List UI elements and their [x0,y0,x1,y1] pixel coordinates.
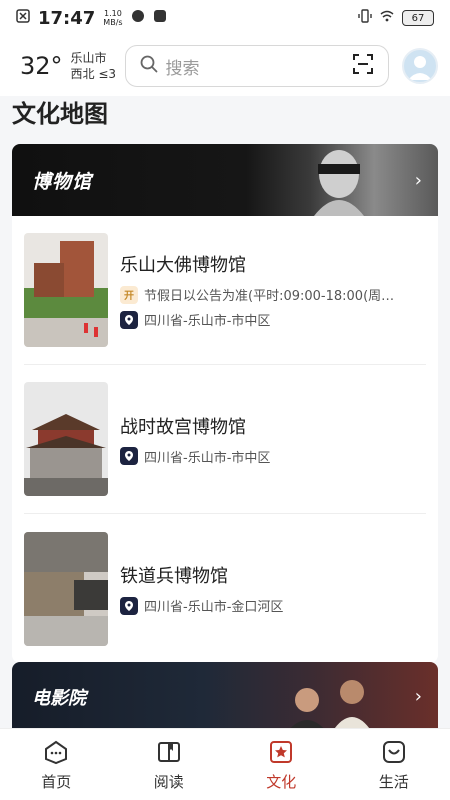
museum-thumbnail [24,382,108,496]
app-icon [131,8,145,28]
top-bar: 32° 乐山市 西北 ≤3 搜索 [0,36,450,96]
tab-culture[interactable]: 文化 [225,729,338,800]
tab-label: 文化 [266,773,297,791]
list-item[interactable]: 战时故宫博物馆 四川省-乐山市-市中区 [24,365,426,514]
museum-thumbnail [24,531,108,646]
list-item[interactable]: 铁道兵博物馆 四川省-乐山市-金口河区 [24,514,426,663]
cinema-section-title: 电影院 [32,688,86,709]
search-icon [140,55,158,77]
location-text: 四川省-乐山市-市中区 [144,314,271,329]
tab-home[interactable]: 首页 [0,729,113,800]
museum-name: 战时故宫博物馆 [120,416,246,438]
location-text: 四川省-乐山市-金口河区 [144,600,284,615]
opening-hours: 开 节假日以公告为准(平时:09:00-18:00(周… [120,285,426,304]
location-pin-icon [120,447,138,465]
cinema-image [287,680,372,732]
statue-image [314,150,364,216]
cinema-banner[interactable]: 电影院 › [12,662,438,732]
scan-icon[interactable] [352,53,374,79]
location-text: 四川省-乐山市-市中区 [144,450,271,466]
search-placeholder: 搜索 [165,58,200,79]
location: 四川省-乐山市-金口河区 [120,596,426,615]
museum-banner[interactable]: 博物馆 › [12,144,438,216]
status-bar: 17:47 1.10 MB/s 67 [0,0,450,36]
museum-name: 乐山大佛博物馆 [120,255,246,276]
book-icon [157,742,180,762]
avatar[interactable] [402,48,438,84]
weather-city: 乐山市 [70,51,107,65]
tab-read[interactable]: 阅读 [113,729,226,800]
weather-info[interactable]: 乐山市 西北 ≤3 [71,50,121,82]
clock: 17:47 [38,7,96,29]
museum-section: 博物馆 › 乐山大佛博物馆 开 节假日以公告为准(平时:09:00-18:00(… [12,144,438,663]
tab-label: 首页 [41,773,72,791]
hours-text: 节假日以公告为准(平时:09:00-18:00(周… [144,289,395,304]
vibrate-icon [358,8,372,28]
battery-indicator: 67 [402,10,434,26]
location: 四川省-乐山市-市中区 [120,310,426,329]
location-pin-icon [120,310,138,329]
museum-name: 铁道兵博物馆 [120,566,228,587]
notification-icon [16,8,30,28]
network-speed: 1.10 MB/s [103,9,123,27]
tab-label: 生活 [378,773,409,791]
life-icon [382,741,405,763]
museum-section-title: 博物馆 [32,170,93,193]
culture-icon [270,741,293,763]
chevron-right-icon: › [414,686,422,707]
page-title: 文化地图 [12,100,108,128]
museum-thumbnail [24,233,108,347]
museum-list: 乐山大佛博物馆 开 节假日以公告为准(平时:09:00-18:00(周… 四川省… [12,216,438,663]
list-item[interactable]: 乐山大佛博物馆 开 节假日以公告为准(平时:09:00-18:00(周… 四川省… [24,216,426,365]
temperature: 32° [20,52,63,80]
location-pin-icon [120,596,138,615]
wifi-icon [380,8,394,28]
chevron-right-icon: › [414,170,422,191]
open-tag-icon: 开 [120,285,138,304]
app-icon-2 [153,8,167,28]
location: 四川省-乐山市-市中区 [120,447,426,466]
weather-wind: 西北 ≤3 [70,67,117,81]
tab-label: 阅读 [153,773,184,791]
tab-bar: 首页 阅读 文化 生活 [0,728,450,800]
search-input[interactable]: 搜索 [124,45,389,87]
home-icon [45,740,68,765]
tab-life[interactable]: 生活 [338,729,450,800]
